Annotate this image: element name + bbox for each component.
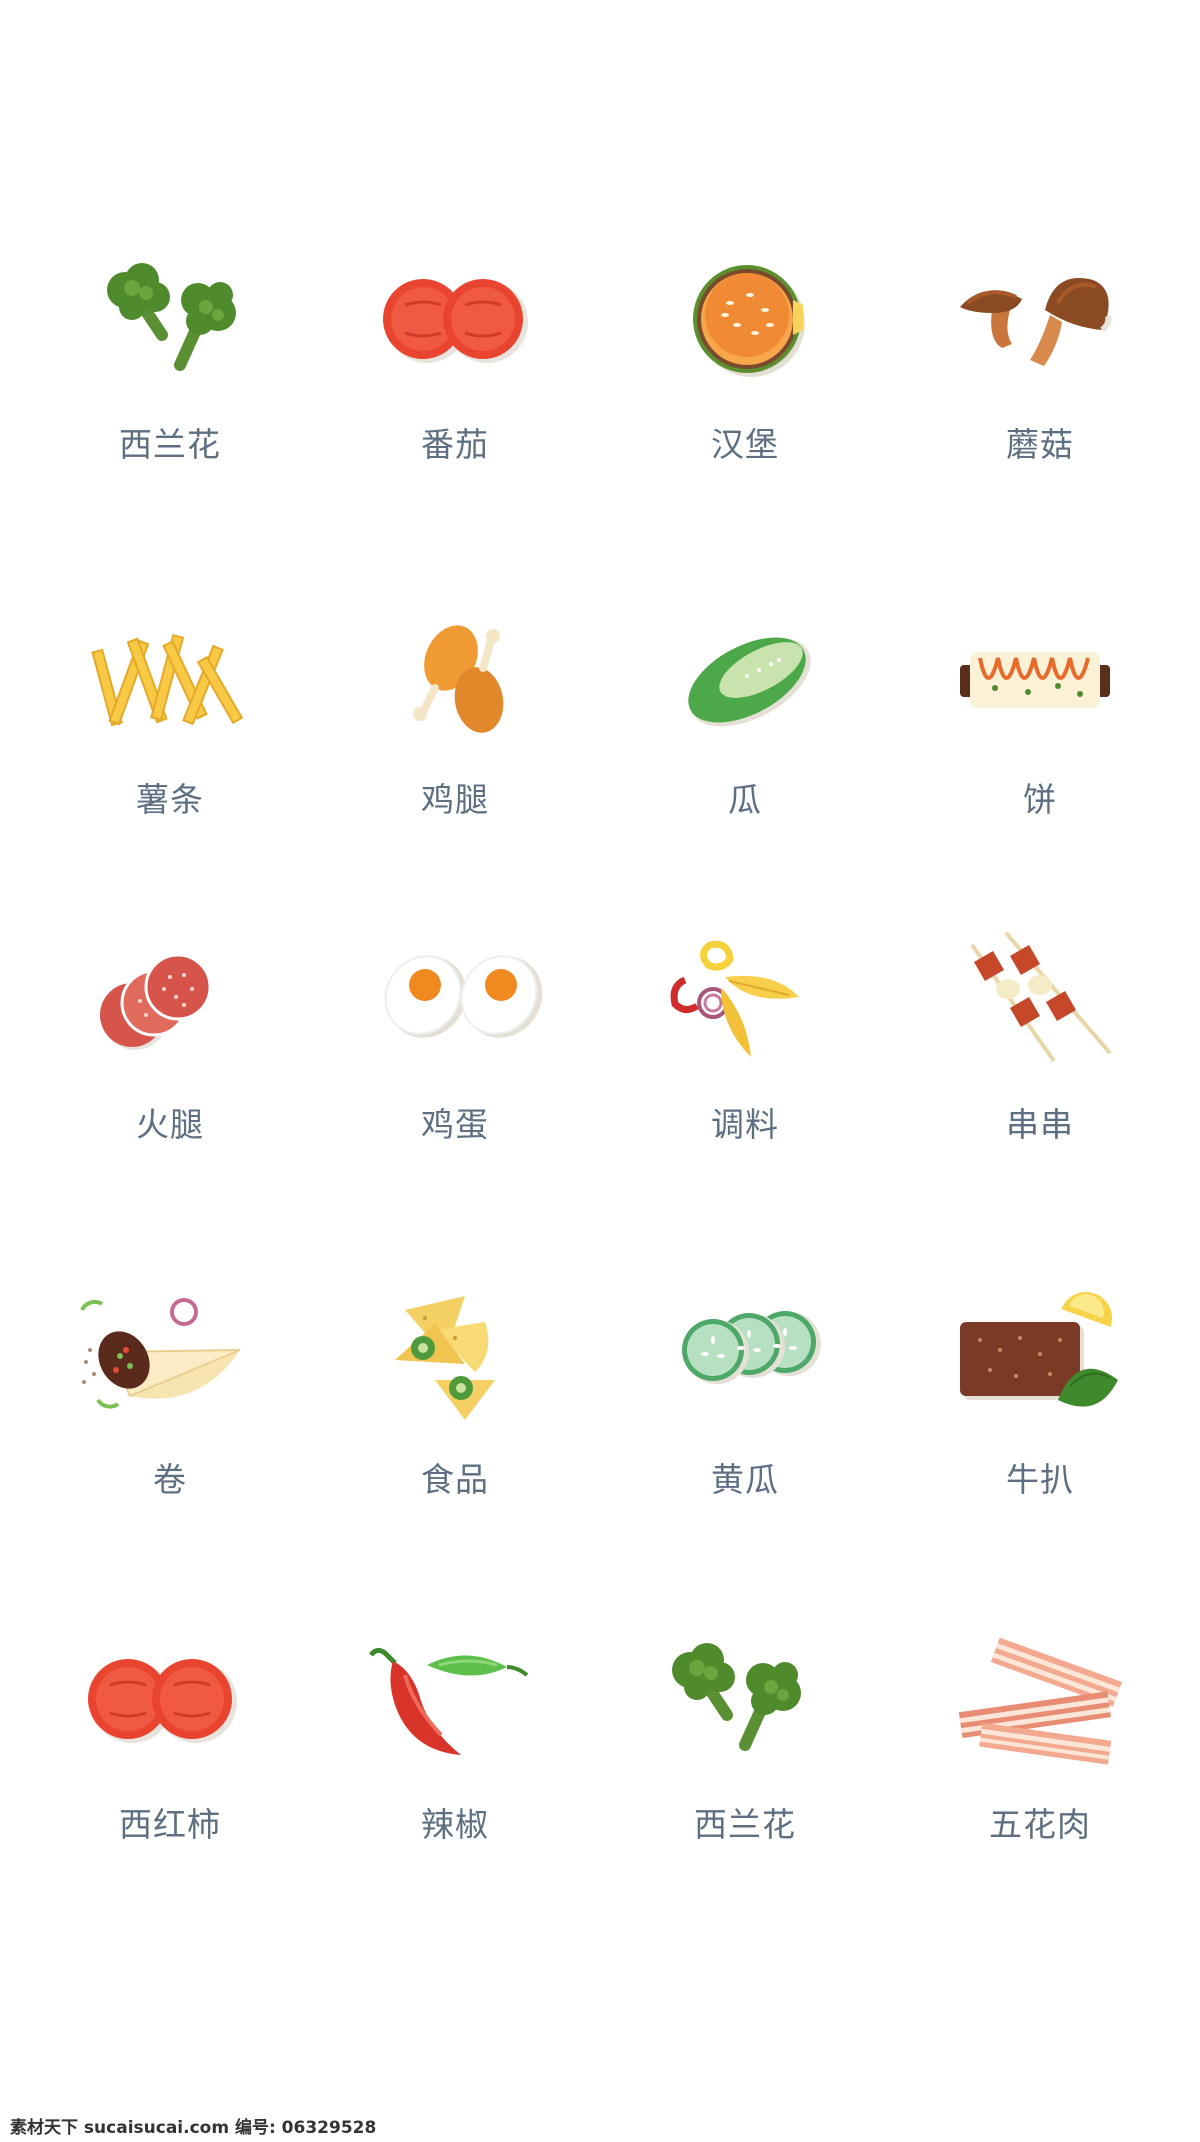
food-item-snack[interactable]: 食品 [355,1290,555,1550]
bacon-icon [958,1637,1122,1765]
food-item-pancake[interactable]: 饼 [940,610,1140,870]
egg-icon [384,955,543,1038]
melon-icon [688,637,811,727]
item-label: 蘑菇 [1006,425,1074,464]
food-item-broccoli-2[interactable]: 西兰花 [645,1635,845,1895]
food-item-tomato-2[interactable]: 西红柿 [70,1635,270,1895]
pancake-roll-icon [960,652,1110,708]
skewer-icon [970,931,1112,1063]
item-label: 卷 [153,1460,187,1499]
food-item-steak[interactable]: 牛扒 [940,1290,1140,1550]
watermark-text: 素材天下 sucaisucai.com 编号: 06329528 [10,2118,377,2138]
food-item-melon[interactable]: 瓜 [645,610,845,870]
food-item-mushroom[interactable]: 蘑菇 [940,255,1140,515]
item-label: 辣椒 [421,1805,489,1844]
broccoli-icon [672,1643,801,1751]
food-item-chili[interactable]: 辣椒 [355,1635,555,1895]
seasoning-icon [670,940,799,1057]
broccoli-icon [107,263,236,371]
item-label: 五花肉 [989,1805,1091,1844]
fries-icon [91,633,244,727]
steak-icon [960,1292,1118,1407]
item-label: 西兰花 [119,425,221,464]
item-label: 火腿 [136,1105,204,1144]
item-label: 黄瓜 [711,1460,779,1499]
burger-icon [693,265,805,377]
food-item-egg[interactable]: 鸡蛋 [355,935,555,1195]
food-item-broccoli[interactable]: 西兰花 [70,255,270,515]
item-label: 串串 [1006,1105,1074,1144]
item-label: 薯条 [136,780,204,819]
item-label: 牛扒 [1006,1460,1074,1499]
cucumber-slices-icon [682,1311,821,1384]
food-item-drumstick[interactable]: 鸡腿 [355,610,555,870]
tortilla-chips-icon [395,1296,495,1420]
item-label: 鸡蛋 [421,1105,489,1144]
food-item-burger[interactable]: 汉堡 [645,255,845,515]
food-item-cucumber[interactable]: 黄瓜 [645,1290,845,1550]
wrap-icon [80,1298,241,1409]
item-label: 瓜 [728,780,762,819]
mushroom-icon [960,278,1112,366]
food-item-seasoning[interactable]: 调料 [645,935,845,1195]
item-label: 番茄 [421,425,489,464]
item-label: 食品 [421,1460,489,1499]
drumstick-icon [413,625,504,733]
food-item-skewer[interactable]: 串串 [940,931,1140,1195]
food-item-tomato[interactable]: 番茄 [355,255,555,515]
item-label: 鸡腿 [421,780,489,819]
item-label: 西兰花 [694,1805,796,1844]
item-label: 汉堡 [711,425,779,464]
tomato-icon [88,1659,237,1743]
item-label: 调料 [711,1105,779,1144]
tomato-icon [383,279,528,363]
ham-slices-icon [100,953,212,1050]
chili-pepper-icon [369,1647,529,1755]
food-item-wrap[interactable]: 卷 [70,1290,270,1550]
item-label: 饼 [1023,780,1057,819]
food-item-ham[interactable]: 火腿 [70,935,270,1195]
food-item-fries[interactable]: 薯条 [70,610,270,870]
item-label: 西红柿 [119,1805,221,1844]
food-item-bacon[interactable]: 五花肉 [940,1635,1140,1895]
